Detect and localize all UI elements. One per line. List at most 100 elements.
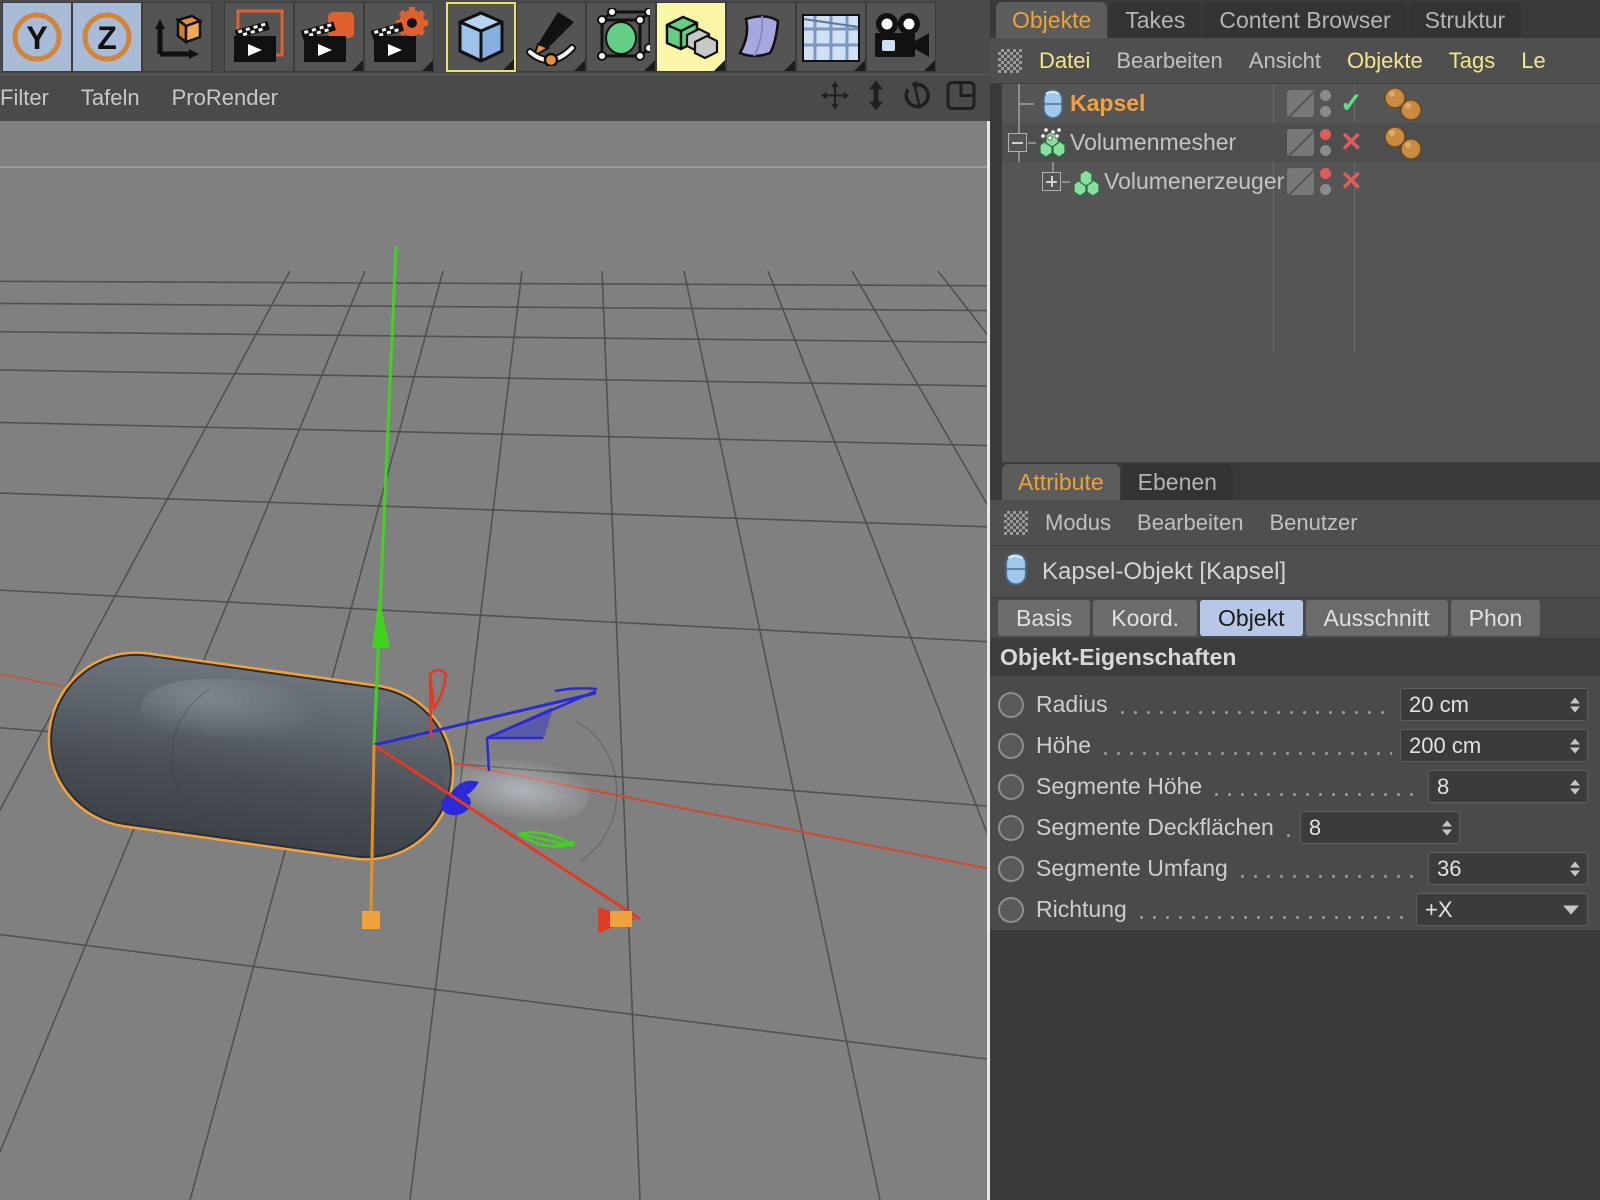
render-to-picture-viewer-button[interactable] [294,2,364,72]
property-row-hoehe: Höhe 200 cm [990,725,1600,766]
segmente-hoehe-input[interactable]: 8 [1428,770,1588,803]
chevron-down-icon[interactable] [1563,905,1579,914]
viewport-3d[interactable] [0,121,990,1200]
viewport-menu-filter[interactable]: Filter [0,85,65,111]
right-panel: Objekte Takes Content Browser Struktur D… [990,0,1600,1200]
om-menu-bearbeiten[interactable]: Bearbeiten [1103,48,1235,74]
visibility-dots[interactable] [1320,168,1331,195]
collapse-minus-icon[interactable] [1008,133,1027,152]
move-viewport-icon[interactable] [820,81,850,116]
hoehe-animate-toggle[interactable] [998,732,1024,759]
attribute-object-title: Kapsel-Objekt [Kapsel] [1042,557,1287,585]
tab-basis[interactable]: Basis [998,600,1091,636]
panel-grip-icon[interactable] [998,48,1022,73]
attr-menu-modus[interactable]: Modus [1032,510,1124,536]
table-row[interactable]: Volumenerzeuger ✕ [1002,162,1600,201]
add-generator-button[interactable] [586,2,656,72]
property-label: Segmente Umfang [1036,855,1228,881]
lock-z-axis-button[interactable]: Z [72,2,142,72]
stepper-arrows-icon[interactable] [1570,779,1580,794]
om-menu-lesezeichen[interactable]: Le [1508,48,1558,74]
add-deformer-button[interactable] [726,2,796,72]
hoehe-input[interactable]: 200 cm [1400,729,1588,762]
add-primitive-cube-button[interactable] [446,2,516,72]
tab-takes-label: Takes [1125,6,1186,33]
table-row[interactable]: Volumenmesher ✕ [1002,123,1600,162]
volume-builder-icon [1070,167,1104,197]
tab-content-browser[interactable]: Content Browser [1203,2,1407,38]
object-manager-tree[interactable]: Kapsel ✓ Volumenmesher ✕ Volumenerzeuger… [990,84,1600,352]
attr-menu-benutzer[interactable]: Benutzer [1256,510,1370,536]
tab-attribute-label: Attribute [1018,468,1104,495]
tab-attribute[interactable]: Attribute [1002,464,1120,500]
segmente-deckflaechen-input[interactable]: 8 [1299,811,1460,844]
viewport-layout-icon[interactable] [946,81,976,116]
enabled-check-icon[interactable]: ✓ [1340,90,1363,117]
visibility-dots[interactable] [1320,129,1331,156]
tag-list[interactable] [1372,123,1434,162]
tab-ebenen[interactable]: Ebenen [1121,464,1233,500]
tab-objekt[interactable]: Objekt [1200,600,1303,636]
segmente-hoehe-animate-toggle[interactable] [998,773,1024,800]
segmente-umfang-animate-toggle[interactable] [998,855,1024,882]
attr-menu-bearbeiten[interactable]: Bearbeiten [1124,510,1256,536]
tree-expander[interactable] [1002,123,1036,162]
layer-flag-icon[interactable] [1287,129,1314,156]
tab-ausschnitt-label: Ausschnitt [1323,604,1430,631]
stepper-arrows-icon[interactable] [1570,738,1580,753]
add-mograph-button[interactable] [656,2,726,72]
richtung-animate-toggle[interactable] [998,896,1024,923]
richtung-dropdown[interactable]: +X [1416,893,1588,926]
radius-input[interactable]: 20 cm [1400,688,1588,721]
stepper-arrows-icon[interactable] [1570,697,1580,712]
tab-takes[interactable]: Takes [1109,2,1202,38]
tag-list[interactable] [1372,84,1434,123]
render-view-button[interactable] [224,2,294,72]
tab-koord[interactable]: Koord. [1093,600,1198,636]
render-settings-button[interactable] [364,2,434,72]
dolly-viewport-icon[interactable] [864,80,888,116]
om-menu-objekte[interactable]: Objekte [1334,48,1436,74]
om-menu-tags[interactable]: Tags [1436,48,1508,74]
viewport-menubar: Filter Tafeln ProRender [0,74,990,121]
layer-flag-icon[interactable] [1287,90,1314,117]
viewport-scene [0,121,987,1200]
visibility-flags[interactable]: ✕ [1287,162,1363,201]
disabled-cross-icon[interactable]: ✕ [1340,168,1363,195]
add-scene-object-button[interactable] [796,2,866,72]
toolbar-group-axis-locks: Y Z [2,2,212,72]
om-menu-datei[interactable]: Datei [1026,48,1103,74]
viewport-menu-prorender[interactable]: ProRender [156,85,294,111]
add-camera-button[interactable] [866,2,936,72]
add-spline-button[interactable] [516,2,586,72]
rotate-viewport-icon[interactable] [902,80,932,116]
lock-y-axis-button[interactable]: Y [2,2,72,72]
stepper-arrows-icon[interactable] [1570,861,1580,876]
tree-expander[interactable] [1036,162,1070,201]
stepper-arrows-icon[interactable] [1441,820,1452,835]
object-manager-menubar: Datei Bearbeiten Ansicht Objekte Tags Le [990,38,1600,84]
visibility-flags[interactable]: ✕ [1287,123,1363,162]
tab-ausschnitt[interactable]: Ausschnitt [1305,600,1448,636]
layer-flag-icon[interactable] [1287,168,1314,195]
segmente-umfang-input[interactable]: 36 [1428,852,1588,885]
visibility-dots[interactable] [1320,90,1331,117]
dotted-leader [1134,898,1408,921]
visibility-flags[interactable]: ✓ [1287,84,1363,123]
table-row[interactable]: Kapsel ✓ [1002,84,1600,123]
segmente-deckflaechen-animate-toggle[interactable] [998,814,1024,841]
tab-phong[interactable]: Phon [1450,600,1541,636]
svg-text:Z: Z [97,20,117,56]
object-world-coordinate-button[interactable] [142,2,212,72]
viewport-menu-tafeln[interactable]: Tafeln [65,85,156,111]
disabled-cross-icon[interactable]: ✕ [1340,129,1363,156]
expand-plus-icon[interactable] [1042,172,1061,191]
panel-grip-icon[interactable] [1004,510,1028,535]
tab-objekte[interactable]: Objekte [996,2,1108,38]
om-menu-ansicht[interactable]: Ansicht [1236,48,1334,74]
object-manager-scrollbar[interactable] [990,84,1002,352]
segmente-umfang-value: 36 [1437,855,1462,881]
radius-animate-toggle[interactable] [998,691,1024,718]
tab-struktur[interactable]: Struktur [1408,2,1522,38]
